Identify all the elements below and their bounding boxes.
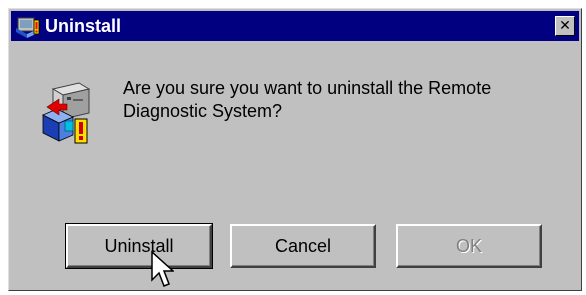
title-bar[interactable]: Uninstall ✕ <box>11 11 579 41</box>
cancel-button[interactable]: Cancel <box>230 224 376 268</box>
confirmation-message: Are you sure you want to uninstall the R… <box>123 78 492 121</box>
setup-computer-icon <box>16 17 40 38</box>
ok-button[interactable]: OK <box>396 224 542 268</box>
uninstall-dialog: Uninstall ✕ Are you sure you want to uni… <box>8 8 582 291</box>
window-title: Uninstall <box>45 16 122 36</box>
uninstall-computer-icon <box>42 82 91 144</box>
uninstall-button[interactable]: Uninstall <box>65 223 213 269</box>
close-icon: ✕ <box>559 18 571 34</box>
close-button[interactable]: ✕ <box>555 16 575 36</box>
